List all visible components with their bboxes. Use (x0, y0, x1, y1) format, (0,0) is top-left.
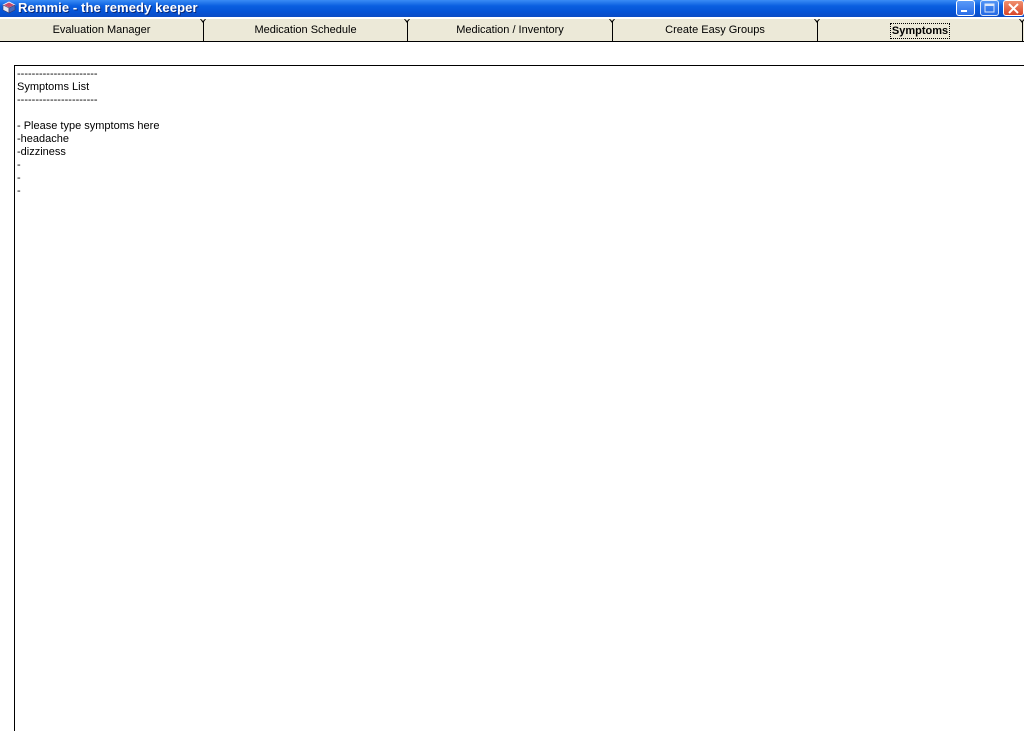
tab-label: Symptoms (889, 23, 951, 39)
tab-label: Evaluation Manager (52, 24, 151, 36)
tab-evaluation-manager[interactable]: Evaluation Manager (0, 19, 203, 41)
tab-label: Medication Schedule (254, 24, 357, 36)
tab-create-easy-groups[interactable]: Create Easy Groups (613, 19, 817, 41)
tab-bar: Evaluation Manager Medication Schedule M… (0, 19, 1024, 42)
title-bar: Remmie - the remedy keeper (0, 0, 1024, 17)
close-button[interactable] (1003, 0, 1024, 16)
minimize-icon (961, 10, 967, 12)
minimize-button[interactable] (956, 0, 975, 16)
tab-divider (1019, 19, 1024, 41)
maximize-icon (984, 3, 995, 13)
window-title: Remmie - the remedy keeper (18, 0, 198, 15)
tab-label: Medication / Inventory (456, 24, 564, 36)
tab-symptoms[interactable]: Symptoms (818, 19, 1022, 41)
symptoms-text-area[interactable]: ---------------------- Symptoms List ---… (14, 65, 1024, 731)
maximize-button[interactable] (980, 0, 999, 16)
symptoms-text[interactable]: ---------------------- Symptoms List ---… (17, 68, 159, 198)
tab-medication-inventory[interactable]: Medication / Inventory (408, 19, 612, 41)
book-icon (2, 1, 16, 15)
close-icon (1008, 3, 1019, 14)
tab-medication-schedule[interactable]: Medication Schedule (204, 19, 407, 41)
tab-label: Create Easy Groups (665, 24, 765, 36)
